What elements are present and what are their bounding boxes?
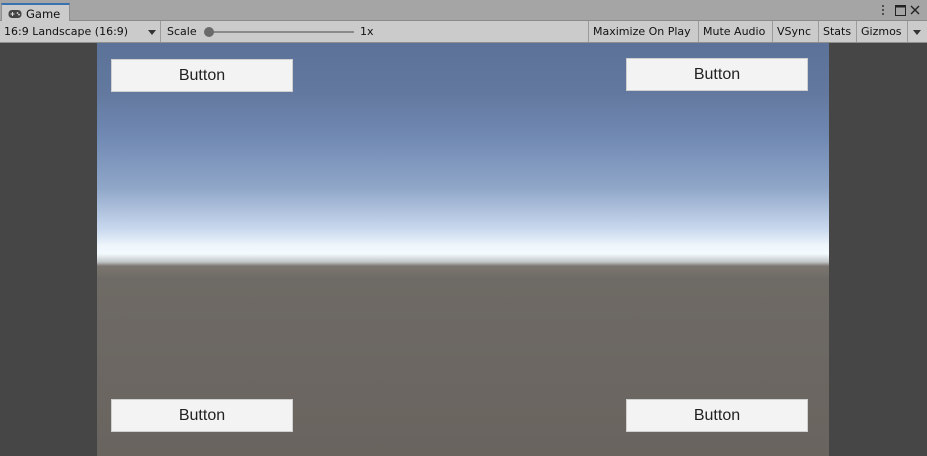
game-button-bottom-right[interactable]: Button [626, 399, 808, 432]
vsync-toggle[interactable]: VSync [773, 21, 819, 42]
game-toolbar: 16:9 Landscape (16:9) Scale 1x Maximize … [0, 21, 927, 43]
scale-slider-thumb[interactable] [204, 27, 214, 37]
mute-audio-toggle[interactable]: Mute Audio [699, 21, 773, 42]
scale-value-label: 1x [360, 25, 374, 38]
chevron-down-icon [148, 30, 156, 35]
gizmos-toggle[interactable]: Gizmos [857, 21, 908, 42]
game-button-label: Button [178, 66, 226, 84]
scale-label: Scale [167, 25, 197, 38]
window-tab-bar: Game [0, 0, 927, 22]
gamepad-icon [8, 9, 22, 19]
vsync-label: VSync [777, 25, 812, 38]
mute-audio-label: Mute Audio [703, 25, 766, 38]
scale-slider-track[interactable] [209, 31, 354, 33]
game-button-top-right[interactable]: Button [626, 58, 808, 91]
tab-game-label: Game [26, 6, 61, 21]
game-button-bottom-left[interactable]: Button [111, 399, 293, 432]
aspect-ratio-label: 16:9 Landscape (16:9) [4, 25, 129, 38]
game-button-label: Button [178, 406, 226, 424]
maximize-on-play-label: Maximize On Play [593, 25, 691, 38]
maximize-icon[interactable] [893, 3, 907, 17]
game-button-label: Button [693, 65, 741, 83]
game-button-label: Button [693, 406, 741, 424]
stats-toggle[interactable]: Stats [819, 21, 857, 42]
close-icon[interactable] [908, 3, 922, 17]
gizmos-dropdown[interactable] [908, 21, 927, 42]
chevron-down-icon [913, 30, 921, 35]
more-options-icon[interactable] [876, 3, 890, 17]
gizmos-label: Gizmos [861, 25, 902, 38]
tab-game[interactable]: Game [1, 3, 70, 22]
stats-label: Stats [823, 25, 852, 38]
game-button-top-left[interactable]: Button [111, 59, 293, 92]
maximize-on-play-toggle[interactable]: Maximize On Play [589, 21, 699, 42]
aspect-ratio-dropdown[interactable]: 16:9 Landscape (16:9) [0, 21, 161, 42]
game-viewport: Button Button Button Button [97, 43, 829, 456]
